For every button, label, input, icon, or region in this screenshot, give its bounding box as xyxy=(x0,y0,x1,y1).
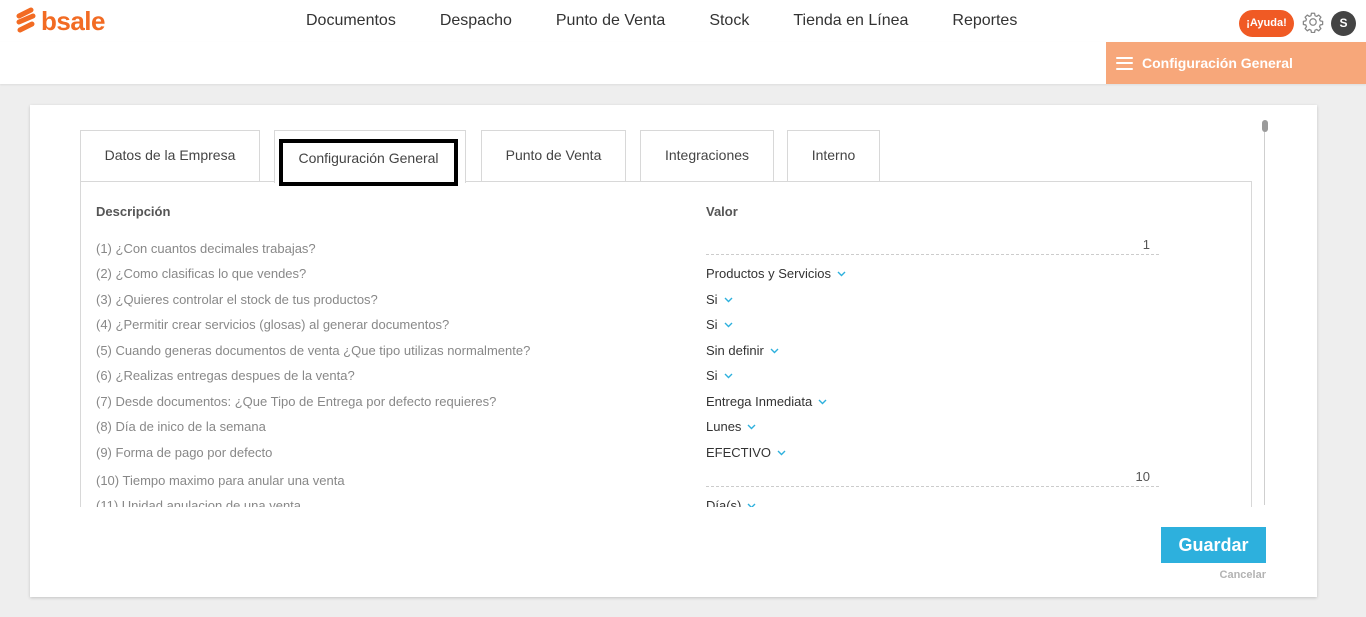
tab-punto-de-venta[interactable]: Punto de Venta xyxy=(481,130,626,182)
section-menu-button[interactable]: Configuración General xyxy=(1106,42,1366,84)
bsale-logo-icon xyxy=(16,7,36,33)
settings-scrollbar[interactable] xyxy=(1262,120,1268,505)
chevron-down-icon xyxy=(724,373,733,378)
nav-item-despacho[interactable]: Despacho xyxy=(418,0,534,42)
tab-datos-de-la-empresa[interactable]: Datos de la Empresa xyxy=(80,130,260,182)
cancel-link[interactable]: Cancelar xyxy=(1215,569,1266,581)
chevron-down-icon xyxy=(777,450,786,455)
services-glosas-select[interactable]: Si xyxy=(706,317,733,332)
max-cancel-time-input[interactable]: 10 xyxy=(706,469,1159,487)
nav-item-punto-de-venta[interactable]: Punto de Venta xyxy=(534,0,687,42)
document-type-select[interactable]: Sin definir xyxy=(706,343,779,358)
setting-label: (3) ¿Quieres controlar el stock de tus p… xyxy=(96,292,378,307)
deliveries-select[interactable]: Si xyxy=(706,368,733,383)
nav-item-stock[interactable]: Stock xyxy=(687,0,771,42)
setting-label: (10) Tiempo maximo para anular una venta xyxy=(96,473,345,488)
scroll-track xyxy=(1264,132,1265,505)
setting-label: (6) ¿Realizas entregas despues de la ven… xyxy=(96,368,355,383)
stock-control-select[interactable]: Si xyxy=(706,292,733,307)
nav-item-tienda-en-linea[interactable]: Tienda en Línea xyxy=(771,0,930,42)
select-value: Si xyxy=(706,292,718,307)
setting-label: (4) ¿Permitir crear servicios (glosas) a… xyxy=(96,317,450,332)
select-value: EFECTIVO xyxy=(706,445,772,460)
setting-label: (2) ¿Como clasificas lo que vendes? xyxy=(96,266,307,281)
select-value: Lunes xyxy=(706,419,742,434)
chevron-down-icon xyxy=(837,271,846,276)
cancel-unit-select[interactable]: Día(s) xyxy=(706,498,756,507)
payment-method-select[interactable]: EFECTIVO xyxy=(706,445,786,460)
tab-configuracion-general[interactable]: Configuración General xyxy=(274,130,466,186)
select-value: Si xyxy=(706,368,718,383)
main-nav: Documentos Despacho Punto de Venta Stock… xyxy=(284,0,1039,42)
setting-label: (11) Unidad anulacion de una venta xyxy=(96,498,302,507)
setting-label: (9) Forma de pago por defecto xyxy=(96,445,273,460)
setting-label: (1) ¿Con cuantos decimales trabajas? xyxy=(96,241,316,256)
help-button[interactable]: ¡Ayuda! xyxy=(1239,10,1294,37)
decimals-input[interactable]: 1 xyxy=(706,237,1159,255)
nav-item-documentos[interactable]: Documentos xyxy=(284,0,418,42)
week-start-select[interactable]: Lunes xyxy=(706,419,756,434)
setting-label: (7) Desde documentos: ¿Que Tipo de Entre… xyxy=(96,394,497,409)
column-header-description: Descripción xyxy=(96,204,171,219)
settings-card: Datos de la Empresa Configuración Genera… xyxy=(30,105,1317,597)
hamburger-icon xyxy=(1116,56,1133,70)
chevron-down-icon xyxy=(724,297,733,302)
select-value: Día(s) xyxy=(706,498,742,507)
chevron-down-icon xyxy=(724,322,733,327)
column-header-value: Valor xyxy=(706,204,738,219)
select-value: Si xyxy=(706,317,718,332)
select-value: Entrega Inmediata xyxy=(706,394,813,409)
setting-label: (8) Día de inico de la semana xyxy=(96,419,266,434)
bsale-logo[interactable]: bsale xyxy=(15,6,106,36)
chevron-down-icon xyxy=(747,503,756,507)
delivery-type-select[interactable]: Entrega Inmediata xyxy=(706,394,827,409)
gear-icon[interactable] xyxy=(1302,11,1324,33)
brand-name: bsale xyxy=(41,6,106,36)
settings-panel: Descripción Valor (1) ¿Con cuantos decim… xyxy=(80,181,1252,507)
tab-integraciones[interactable]: Integraciones xyxy=(640,130,774,182)
nav-item-reportes[interactable]: Reportes xyxy=(930,0,1039,42)
chevron-down-icon xyxy=(747,424,756,429)
section-menu-label: Configuración General xyxy=(1142,55,1293,71)
top-bar: bsale Documentos Despacho Punto de Venta… xyxy=(0,0,1366,42)
setting-label: (5) Cuando generas documentos de venta ¿… xyxy=(96,343,531,358)
select-value: Productos y Servicios xyxy=(706,266,831,281)
tab-interno[interactable]: Interno xyxy=(787,130,880,182)
chevron-down-icon xyxy=(818,399,827,404)
save-button[interactable]: Guardar xyxy=(1161,527,1266,563)
tab-configuracion-general-label: Configuración General xyxy=(279,139,458,186)
scroll-thumb[interactable] xyxy=(1262,120,1268,132)
chevron-down-icon xyxy=(770,348,779,353)
select-value: Sin definir xyxy=(706,343,764,358)
classification-select[interactable]: Productos y Servicios xyxy=(706,266,846,281)
avatar[interactable]: S xyxy=(1331,11,1356,36)
